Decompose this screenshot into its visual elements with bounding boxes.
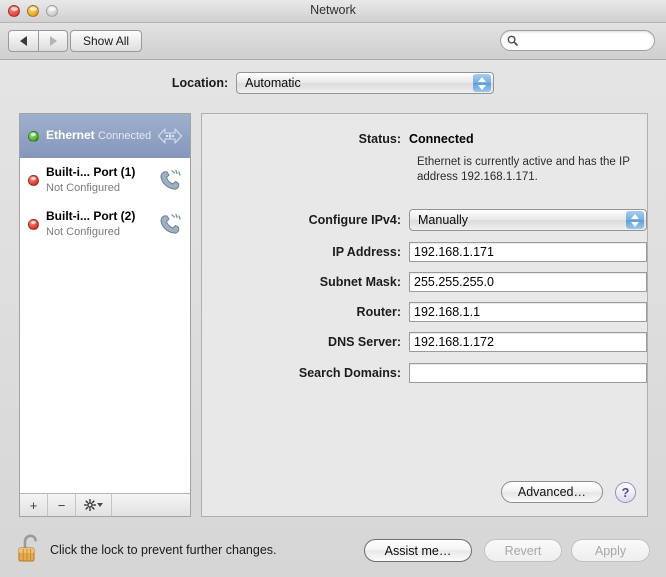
dns-server-row: DNS Server:	[202, 332, 647, 352]
interface-status: Not Configured	[46, 225, 120, 238]
router-row: Router:	[202, 302, 647, 322]
subnet-mask-label: Subnet Mask:	[319, 275, 401, 289]
ip-address-input[interactable]	[409, 242, 647, 262]
triangle-right-icon	[49, 36, 57, 46]
location-popup-button[interactable]: Automatic	[236, 72, 495, 94]
sidebar-footer: + −	[20, 493, 190, 516]
lock-note: Click the lock to prevent further change…	[50, 543, 277, 557]
chevron-down-icon	[97, 503, 103, 507]
show-all-button[interactable]: Show All	[70, 30, 143, 52]
sidebar-item-port-2[interactable]: Built-i... Port (2) Not Configured	[20, 202, 190, 246]
ip-address-row: IP Address:	[202, 242, 647, 262]
status-indicator-red	[28, 218, 39, 230]
stepper-arrows-icon	[473, 74, 492, 92]
ip-address-label: IP Address:	[332, 245, 401, 259]
location-selected-value: Automatic	[245, 76, 301, 90]
back-button[interactable]	[8, 30, 38, 52]
interface-sidebar: Ethernet Connected Built-i... Port (1) N…	[19, 113, 191, 517]
interface-name: Built-i... Port (1)	[46, 164, 136, 179]
interface-actions-button[interactable]	[76, 494, 112, 516]
configure-ipv4-label: Configure IPv4:	[308, 213, 401, 227]
configure-ipv4-popup-button[interactable]: Manually	[409, 209, 647, 231]
search-input[interactable]	[522, 34, 642, 47]
search-icon	[507, 35, 518, 46]
interface-detail-panel: Status: Connected Ethernet is currently …	[201, 113, 648, 517]
location-row: Location: Automatic	[0, 72, 666, 94]
advanced-button[interactable]: Advanced…	[500, 481, 603, 503]
interface-status: Connected	[98, 130, 152, 143]
sidebar-item-port-1[interactable]: Built-i... Port (1) Not Configured	[20, 158, 190, 202]
location-label: Location:	[171, 76, 229, 90]
configure-ipv4-row: Configure IPv4: Manually	[202, 209, 647, 231]
gear-icon	[84, 499, 96, 511]
router-label: Router:	[356, 305, 401, 319]
modem-icon	[156, 169, 184, 191]
configure-ipv4-value: Manually	[418, 213, 469, 227]
interface-name: Ethernet	[46, 128, 95, 143]
status-value: Connected	[409, 132, 474, 146]
revert-button[interactable]: Revert	[484, 539, 562, 562]
router-input[interactable]	[409, 302, 647, 322]
search-domains-label: Search Domains:	[298, 366, 401, 380]
ethernet-icon	[156, 128, 184, 144]
status-indicator-green	[28, 130, 39, 142]
triangle-left-icon	[20, 36, 27, 46]
bottom-bar: Click the lock to prevent further change…	[0, 523, 666, 577]
dns-server-input[interactable]	[409, 332, 647, 352]
stepper-arrows-icon	[626, 211, 644, 229]
network-preferences-window: Network Show All Location: Automatic Eth…	[0, 0, 666, 577]
title-bar: Network	[0, 0, 666, 23]
interface-list: Ethernet Connected Built-i... Port (1) N…	[20, 114, 190, 493]
add-interface-button[interactable]: +	[20, 494, 48, 516]
search-domains-row: Search Domains:	[202, 363, 647, 383]
status-indicator-red	[28, 174, 39, 186]
status-row: Status: Connected	[202, 132, 647, 146]
status-label: Status:	[358, 132, 401, 146]
subnet-mask-row: Subnet Mask:	[202, 272, 647, 292]
status-description: Ethernet is currently active and has the…	[417, 156, 630, 184]
modem-icon	[156, 213, 184, 235]
interface-status: Not Configured	[46, 181, 120, 194]
toolbar: Show All	[0, 23, 666, 60]
lock-button[interactable]	[16, 532, 44, 564]
remove-interface-button[interactable]: −	[48, 494, 76, 516]
navigation-buttons	[8, 30, 68, 52]
forward-button[interactable]	[38, 30, 68, 52]
unlocked-padlock-icon	[18, 534, 37, 562]
dns-server-label: DNS Server:	[328, 335, 401, 349]
sidebar-item-ethernet[interactable]: Ethernet Connected	[20, 114, 190, 158]
search-field[interactable]	[500, 30, 655, 51]
sidebar-footer-filler	[112, 494, 190, 516]
subnet-mask-input[interactable]	[409, 272, 647, 292]
assist-me-button[interactable]: Assist me…	[364, 539, 472, 562]
apply-button[interactable]: Apply	[571, 539, 650, 562]
window-title: Network	[310, 3, 356, 17]
interface-name: Built-i... Port (2)	[46, 208, 136, 223]
help-button[interactable]: ?	[615, 482, 636, 503]
search-domains-input[interactable]	[409, 363, 647, 383]
